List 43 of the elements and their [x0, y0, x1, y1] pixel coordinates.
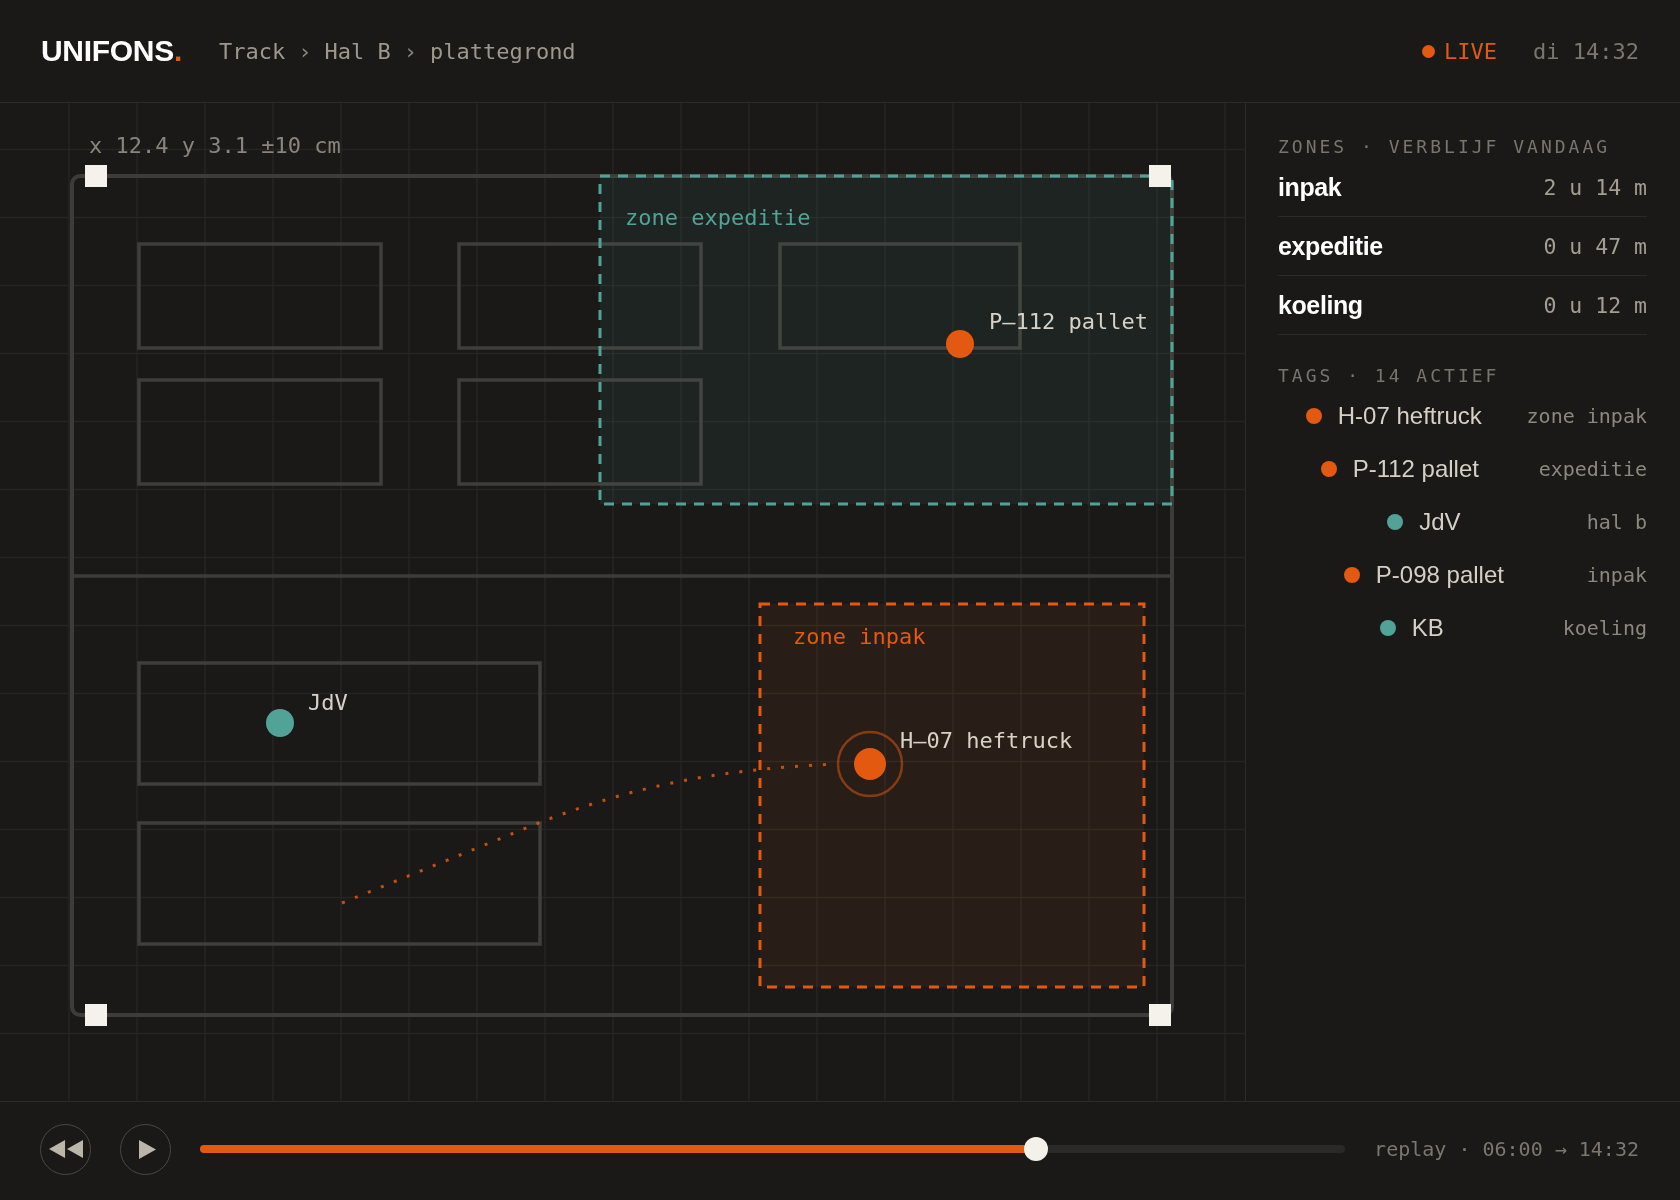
zone-duration: 0 u 47 m: [1543, 233, 1647, 259]
section-title: ZONES · VERBLIJF VANDAAG: [1278, 136, 1612, 158]
play-icon: [139, 1139, 156, 1159]
coordinate-readout: x 12.4 y 3.1 ±10 cm: [89, 132, 341, 158]
breadcrumb-link[interactable]: Hal B: [324, 38, 391, 64]
zone-name: expeditie: [1278, 231, 1383, 261]
breadcrumb-link[interactable]: plattegrond: [429, 38, 576, 64]
resize-handle[interactable]: [85, 1004, 107, 1026]
tag-location: hal b: [1586, 509, 1647, 534]
zone-name: koeling: [1278, 290, 1363, 320]
breadcrumb-link[interactable]: Track: [218, 38, 286, 64]
tag-name[interactable]: H-07 heftruck: [1337, 401, 1482, 430]
zone-duration: 0 u 12 m: [1543, 292, 1647, 318]
resize-handle[interactable]: [1149, 1004, 1171, 1026]
timeline-thumb[interactable]: [1023, 1137, 1048, 1161]
tag-label: H–07 heftruck: [900, 727, 1073, 753]
section-title: TAGS · 14 ACTIEF: [1278, 365, 1501, 387]
tag-name[interactable]: P-112 pallet: [1352, 454, 1479, 483]
tag-name[interactable]: JdV: [1419, 507, 1461, 536]
tag-location: expeditie: [1538, 456, 1647, 481]
replay-range: replay · 06:00 → 14:32: [1374, 1137, 1639, 1161]
tag-label: JdV: [308, 689, 348, 715]
zone-name: inpak: [1278, 172, 1342, 202]
tag-name[interactable]: KB: [1411, 613, 1444, 642]
tag-dot-icon[interactable]: [854, 748, 886, 780]
tag-name[interactable]: P-098 pallet: [1375, 560, 1504, 589]
live-label: LIVE: [1444, 38, 1498, 64]
zone-label: zone inpak: [793, 623, 926, 649]
tag-location: inpak: [1586, 562, 1647, 587]
tag-location: koeling: [1562, 615, 1647, 640]
breadcrumb-separator: ›: [403, 38, 417, 64]
app-logo[interactable]: UNIFONS.: [41, 34, 182, 68]
clock-time: di 14:32: [1533, 38, 1639, 64]
tag-dot-icon[interactable]: [266, 709, 294, 737]
zone-duration: 2 u 14 m: [1543, 174, 1647, 200]
resize-handle[interactable]: [1149, 165, 1171, 187]
zone-label: zone expeditie: [625, 204, 811, 230]
tag-dot-icon[interactable]: [946, 330, 974, 358]
resize-handle[interactable]: [85, 165, 107, 187]
tag-label: P–112 pallet: [989, 308, 1148, 334]
rewind-icon: [48, 1140, 83, 1158]
breadcrumb-separator: ›: [298, 38, 312, 64]
tag-location: zone inpak: [1526, 403, 1647, 428]
